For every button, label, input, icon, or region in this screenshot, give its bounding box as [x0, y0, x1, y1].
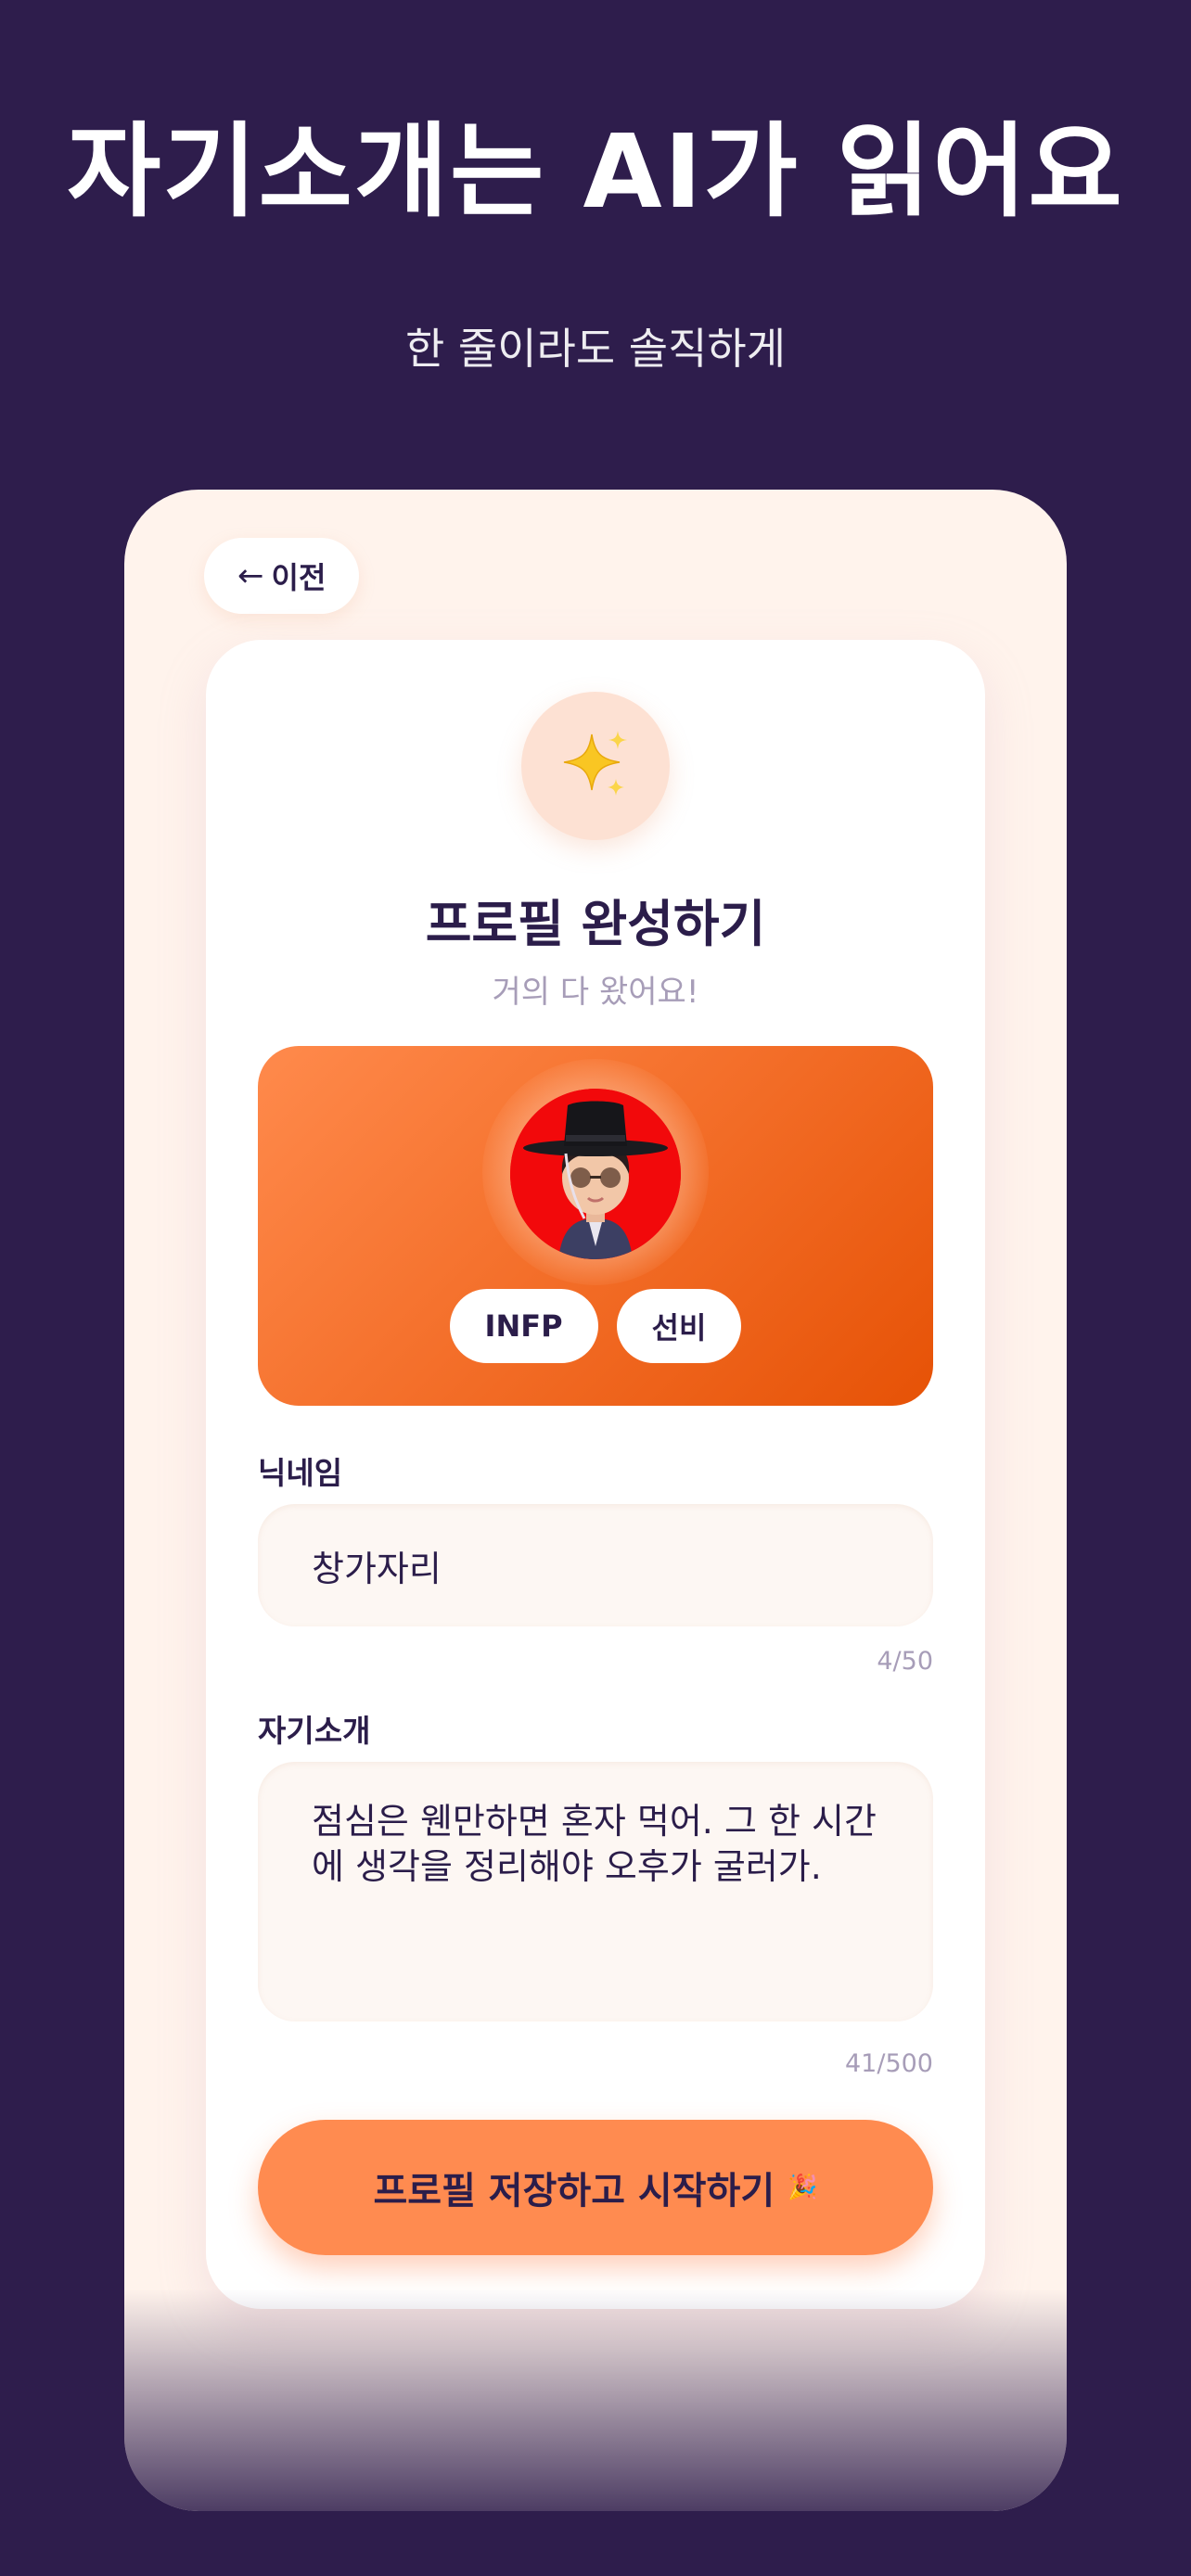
mbti-tag: INFP — [449, 1289, 598, 1363]
arrow-left-icon: ← — [237, 557, 264, 594]
card-subtitle: 거의 다 왔어요! — [492, 974, 699, 1011]
back-button[interactable]: ← 이전 — [204, 538, 360, 614]
promo-subtitle: 한 줄이라도 솔직하게 — [404, 324, 787, 374]
profile-tags: INFP 선비 — [258, 1289, 933, 1363]
save-profile-button[interactable]: 프로필 저장하고 시작하기 🎉 — [258, 2120, 933, 2255]
card-title: 프로필 완성하기 — [425, 895, 766, 953]
save-profile-button-label: 프로필 저장하고 시작하기 — [373, 2170, 775, 2213]
avatar — [510, 1089, 681, 1259]
nickname-label: 닉네임 — [258, 1455, 343, 1491]
party-popper-icon: 🎉 — [788, 2174, 818, 2201]
character-tag: 선비 — [616, 1289, 742, 1363]
promo-title: 자기소개는 AI가 읽어요 — [67, 112, 1124, 231]
profile-card: 프로필 완성하기 거의 다 왔어요! INFP 선비 닉네임 창가자리 4/50… — [206, 640, 985, 2309]
profile-banner: INFP 선비 — [258, 1046, 933, 1406]
nickname-counter: 4/50 — [877, 1647, 933, 1676]
nickname-input[interactable]: 창가자리 — [258, 1504, 933, 1626]
bio-label: 자기소개 — [258, 1713, 371, 1749]
bottom-fade — [124, 2289, 1067, 2511]
bio-counter: 41/500 — [845, 2049, 933, 2078]
phone-screen: ← 이전 프로필 완성하기 거의 다 왔어요! INFP 선비 닉네임 창가자리… — [124, 490, 1067, 2511]
bio-textarea[interactable]: 점심은 웬만하면 혼자 먹어. 그 한 시간에 생각을 정리해야 오후가 굴러가… — [258, 1762, 933, 2021]
sparkles-icon — [521, 692, 670, 840]
back-button-label: 이전 — [271, 560, 327, 595]
